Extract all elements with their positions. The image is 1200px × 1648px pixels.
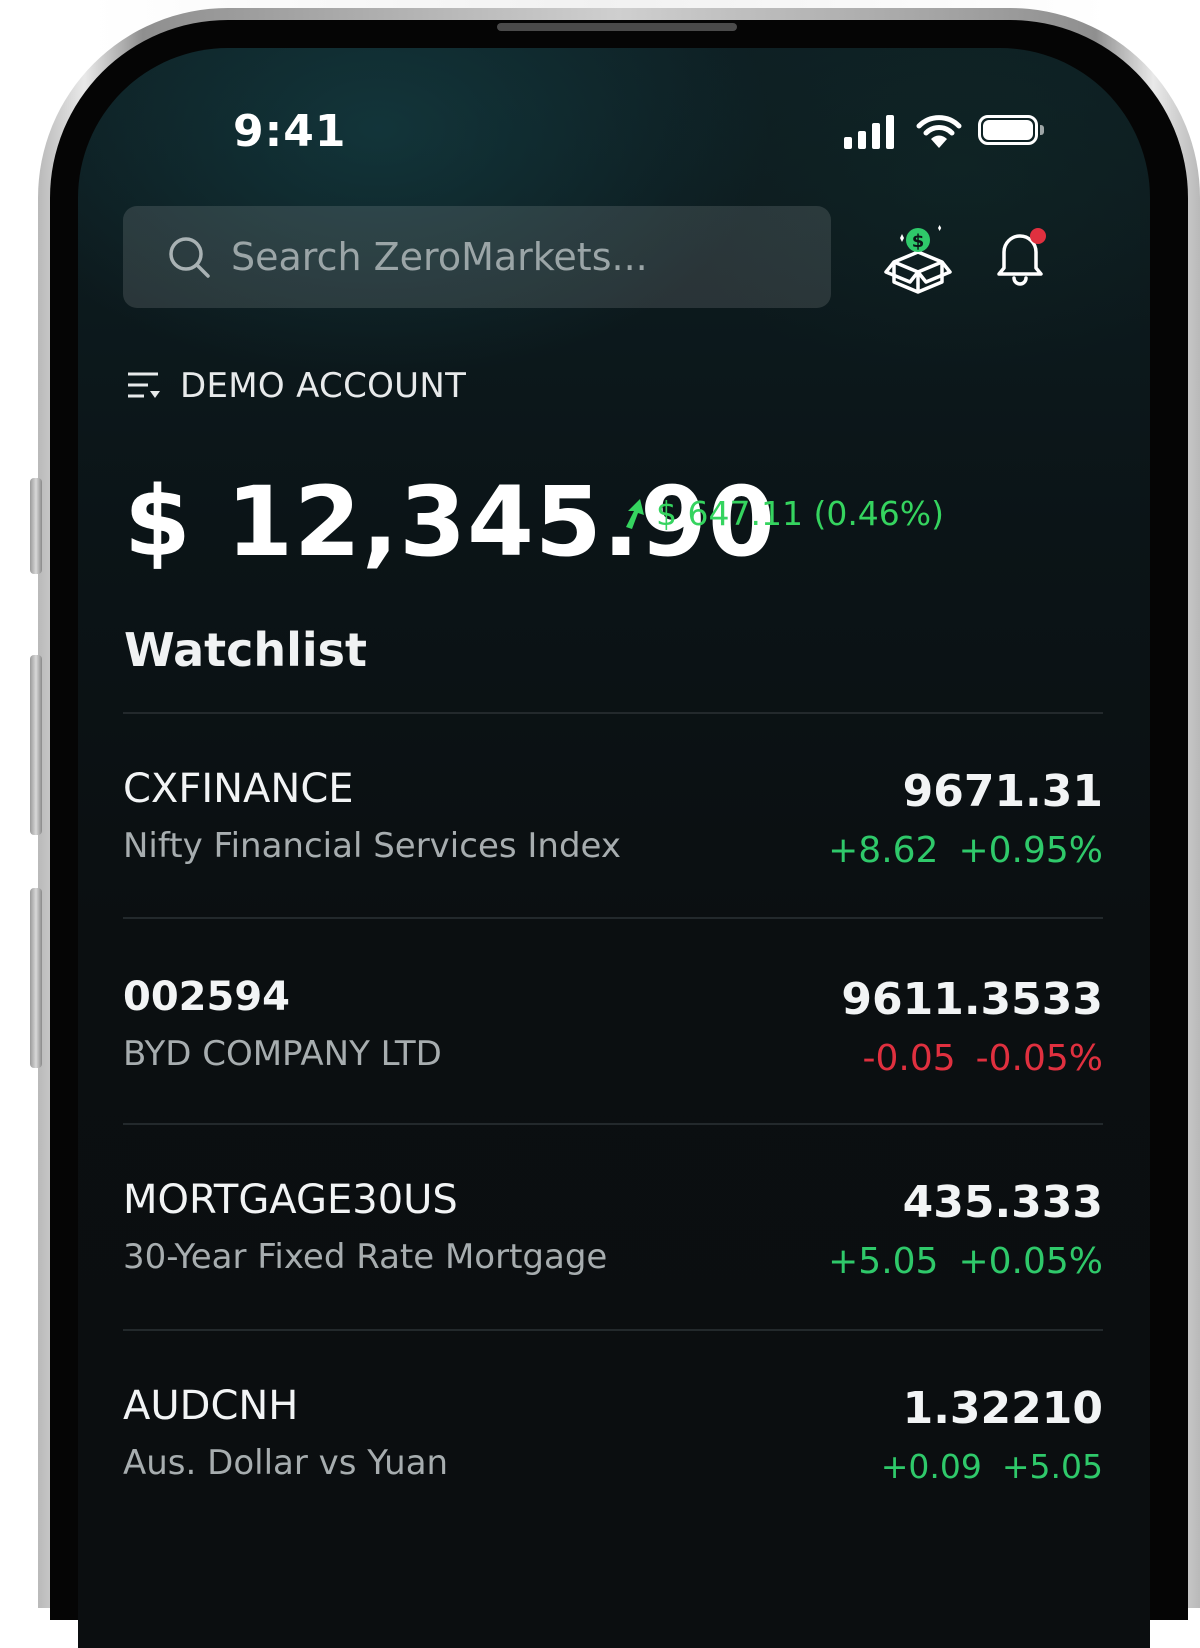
row-description: BYD COMPANY LTD: [123, 1034, 442, 1074]
row-symbol: MORTGAGE30US: [123, 1177, 458, 1223]
divider: [123, 1329, 1103, 1331]
row-price: 1.32210: [902, 1383, 1103, 1434]
gift-box-dollar-icon[interactable]: $: [878, 220, 958, 300]
watchlist-title: Watchlist: [124, 623, 368, 677]
row-change-pct: +5.05: [1001, 1447, 1103, 1486]
account-label: DEMO ACCOUNT: [180, 366, 467, 406]
notification-dot: [1030, 228, 1046, 244]
row-symbol: AUDCNH: [123, 1383, 299, 1429]
battery-icon: [978, 115, 1044, 149]
watchlist-row-cxfinance[interactable]: CXFINANCE Nifty Financial Services Index…: [123, 766, 1103, 926]
row-symbol: 002594: [123, 974, 290, 1020]
row-description: 30-Year Fixed Rate Mortgage: [123, 1237, 608, 1277]
watchlist-row-audcnh[interactable]: AUDCNH Aus. Dollar vs Yuan 1.32210 +0.09…: [123, 1383, 1103, 1543]
watchlist-row-mortgage30us[interactable]: MORTGAGE30US 30-Year Fixed Rate Mortgage…: [123, 1177, 1103, 1337]
row-change: -0.05 -0.05%: [862, 1038, 1103, 1079]
account-selector[interactable]: DEMO ACCOUNT: [126, 366, 466, 406]
watchlist-row-002594[interactable]: 002594 BYD COMPANY LTD 9611.3533 -0.05 -0…: [123, 974, 1103, 1134]
row-change-abs: +5.05: [828, 1241, 939, 1282]
row-change: +8.62 +0.95%: [828, 830, 1103, 871]
cellular-signal-icon: [844, 115, 894, 149]
divider: [123, 917, 1103, 919]
row-change: +0.09 +5.05: [881, 1447, 1103, 1486]
row-change-pct: +0.95%: [958, 830, 1103, 871]
row-change-pct: -0.05%: [975, 1038, 1103, 1079]
row-description: Aus. Dollar vs Yuan: [123, 1443, 449, 1483]
app-screen: 9:41 $: [78, 48, 1150, 1648]
row-price: 9611.3533: [841, 974, 1103, 1025]
divider: [123, 1123, 1103, 1125]
wifi-icon: [916, 115, 962, 148]
balance-change: $ 647.11 (0.46%): [620, 494, 944, 533]
row-description: Nifty Financial Services Index: [123, 826, 621, 866]
balance-change-value: $ 647.11 (0.46%): [656, 494, 945, 533]
bell-icon[interactable]: [994, 224, 1050, 286]
search-icon: [169, 237, 210, 278]
row-change-abs: -0.05: [862, 1038, 956, 1079]
search-input[interactable]: [229, 234, 793, 280]
filter-menu-icon: [128, 372, 160, 398]
volume-up-button: [30, 655, 42, 835]
search-bar[interactable]: [123, 206, 831, 308]
speaker-slot: [497, 23, 737, 31]
row-change-abs: +8.62: [828, 830, 939, 871]
row-change-pct: +0.05%: [958, 1241, 1103, 1282]
row-change: +5.05 +0.05%: [828, 1241, 1103, 1282]
trend-up-arrow-icon: [626, 498, 644, 529]
row-change-abs: +0.09: [880, 1447, 982, 1486]
row-price: 435.333: [902, 1177, 1103, 1228]
svg-text:$: $: [912, 231, 925, 252]
status-time: 9:41: [233, 106, 347, 157]
row-symbol: CXFINANCE: [123, 766, 354, 812]
mute-switch: [30, 478, 42, 574]
row-price: 9671.31: [902, 766, 1103, 817]
volume-down-button: [30, 888, 42, 1068]
status-icons: [844, 112, 1044, 152]
divider: [123, 712, 1103, 714]
